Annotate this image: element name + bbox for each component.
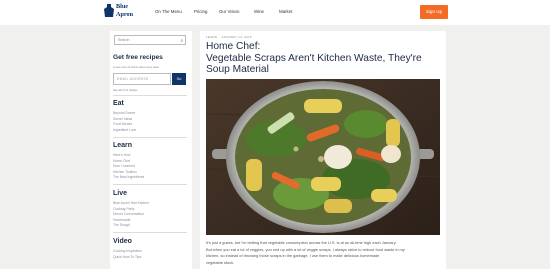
article-category[interactable]: LEARN	[206, 35, 217, 39]
body-line-1: It's just a guess, but I'm betting that …	[206, 240, 397, 245]
divider	[113, 95, 187, 96]
article-date: JANUARY 14, 2016	[221, 35, 252, 39]
title-line-2: Vegetable Scraps Aren't Kitchen Waste, T…	[206, 52, 422, 64]
title-line-3: Soup Material	[206, 64, 269, 75]
section-learn-heading[interactable]: Learn	[113, 142, 132, 149]
section-video-heading[interactable]: Video	[113, 238, 132, 245]
divider	[113, 137, 187, 138]
section-live-heading[interactable]: Live	[113, 190, 127, 197]
sidebar: Search ⌕ Get free recipes A new menu of …	[110, 31, 192, 269]
search-placeholder: Search	[118, 38, 130, 42]
apron-icon	[104, 4, 114, 17]
sidebar-item-dinner-conversation[interactable]: Dinner Conversation	[113, 212, 144, 216]
see-all-recipes-link[interactable]: See all of our recipes	[113, 89, 137, 92]
body-line-4: vegetable stock.	[206, 259, 235, 265]
sidebar-item-cooking-party[interactable]: Cooking Party	[113, 207, 134, 211]
nav-market[interactable]: Market	[279, 9, 292, 14]
article-body: It's just a guess, but I'm betting that …	[206, 240, 442, 266]
sidebar-item-cooking-inspiration[interactable]: Cooking Inspiration	[113, 249, 142, 253]
body-line-3: kitchen, so instead of throwing those sc…	[206, 253, 380, 259]
body-line-2: But when you eat a lot of veggies, you e…	[206, 246, 405, 252]
sidebar-item-test-kitchen[interactable]: Blue Apron Test Kitchen	[113, 201, 149, 205]
nav-on-the-menu[interactable]: On The Menu	[155, 9, 182, 14]
sign-up-button[interactable]: Sign Up	[420, 5, 448, 19]
article: LEARN JANUARY 14, 2016 Home Chef: Vegeta…	[200, 31, 446, 269]
sidebar-item-ingredient-love[interactable]: Ingredient Love	[113, 128, 136, 132]
blue-apron-logo[interactable]: Blue Apron	[104, 3, 138, 22]
sidebar-item-dinner-ideas[interactable]: Dinner Ideas	[113, 117, 132, 121]
logo-line-1: Blue	[116, 3, 129, 10]
divider	[113, 232, 187, 233]
sidebar-item-how-i-learned[interactable]: How I Learned	[113, 164, 135, 168]
nav-wine[interactable]: Wine	[254, 9, 264, 14]
logo-wordmark: Blue Apron	[116, 3, 133, 19]
title-line-1: Home Chef:	[206, 41, 261, 52]
top-navigation-bar: Blue Apron On The Menu Pricing Our Visio…	[0, 0, 550, 25]
nav-pricing[interactable]: Pricing	[194, 9, 207, 14]
sidebar-item-heres-how[interactable]: Here's How	[113, 153, 130, 157]
email-field[interactable]: EMAIL ADDRESS	[113, 73, 171, 85]
nav-our-vision[interactable]: Our Vision	[219, 9, 239, 14]
sidebar-item-kitchen-toolbox[interactable]: Kitchen Toolbox	[113, 170, 137, 174]
sidebar-item-food-stories[interactable]: Food Stories	[113, 122, 132, 126]
sidebar-item-home-chef[interactable]: Home Chef	[113, 159, 130, 163]
article-title: Home Chef: Vegetable Scraps Aren't Kitch…	[206, 41, 444, 76]
section-eat-heading[interactable]: Eat	[113, 100, 124, 107]
free-recipes-caption: A new menu of dinner ideas every week	[113, 66, 159, 69]
article-meta: LEARN JANUARY 14, 2016	[206, 35, 252, 39]
sidebar-item-quick-tips[interactable]: Quick How-To Tips	[113, 255, 141, 259]
sidebar-item-the-dough[interactable]: The Dough	[113, 223, 130, 227]
sidebar-item-beyond-dinner[interactable]: Beyond Dinner	[113, 111, 135, 115]
article-hero-image	[206, 79, 440, 235]
logo-line-2: Apron	[116, 11, 134, 18]
sidebar-item-best-ingredients[interactable]: The Best Ingredients	[113, 175, 144, 179]
go-button[interactable]: Go	[172, 73, 186, 85]
search-input[interactable]: Search ⌕	[114, 35, 186, 45]
free-recipes-heading: Get free recipes	[113, 54, 163, 61]
search-icon[interactable]: ⌕	[180, 36, 183, 45]
soup-pot-illustration	[206, 79, 440, 235]
divider	[113, 184, 187, 185]
sidebar-item-homemade[interactable]: Homemade	[113, 218, 131, 222]
